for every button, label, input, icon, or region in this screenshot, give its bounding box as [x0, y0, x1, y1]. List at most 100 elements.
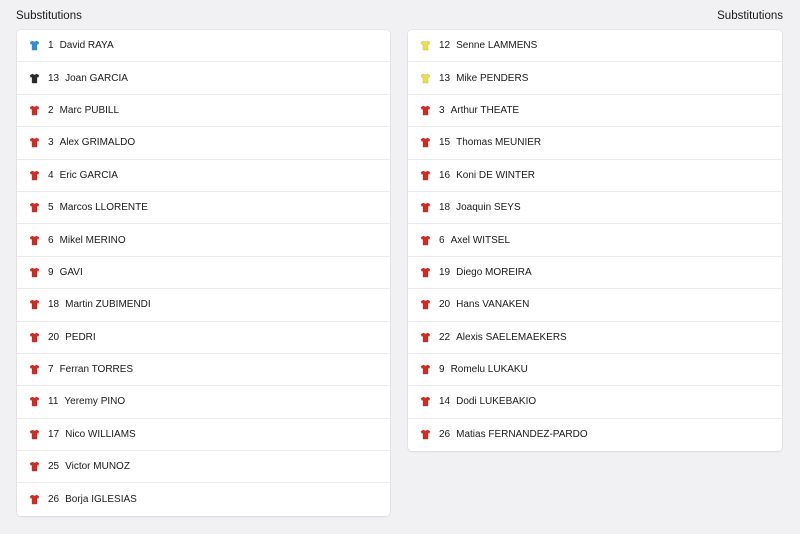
player-name: Mike PENDERS	[456, 72, 529, 84]
player-row[interactable]: 12 Senne LAMMENS	[408, 30, 782, 63]
player-name: Nico WILLIAMS	[65, 428, 136, 440]
shirt-icon	[420, 235, 431, 246]
player-row[interactable]: 3 Arthur THEATE	[408, 95, 782, 128]
shirt-icon	[29, 40, 40, 51]
player-name: Marcos LLORENTE	[59, 202, 148, 214]
shirt-icon	[29, 105, 40, 116]
shirt-icon	[29, 137, 40, 148]
player-number: 9	[48, 266, 54, 278]
player-number: 12	[439, 40, 451, 52]
player-number: 3	[48, 137, 54, 149]
player-name: Axel WITSEL	[450, 234, 511, 246]
player-name: Matias FERNANDEZ-PARDO	[456, 429, 588, 441]
player-row[interactable]: 26 Matias FERNANDEZ-PARDO	[408, 419, 782, 451]
player-row[interactable]: 14 Dodi LUKEBAKIO	[408, 386, 782, 419]
player-name: Alex GRIMALDO	[59, 137, 136, 149]
player-number: 22	[439, 331, 451, 343]
player-name: Senne LAMMENS	[456, 40, 538, 52]
shirt-icon	[29, 429, 40, 440]
shirt-icon	[29, 170, 40, 181]
player-number: 25	[48, 461, 60, 473]
shirt-icon	[420, 299, 431, 310]
player-name: David RAYA	[59, 40, 114, 52]
shirt-icon	[29, 494, 40, 505]
player-name: Martin ZUBIMENDI	[65, 299, 151, 311]
player-name: Joan GARCIA	[65, 72, 128, 84]
player-name: Arthur THEATE	[450, 104, 520, 116]
player-name: PEDRI	[65, 331, 96, 343]
player-number: 17	[48, 428, 60, 440]
shirt-icon	[420, 202, 431, 213]
player-row[interactable]: 18 Joaquin SEYS	[408, 192, 782, 225]
player-name: Thomas MEUNIER	[456, 137, 542, 149]
player-number: 15	[439, 137, 451, 149]
player-row[interactable]: 26 Borja IGLESIAS	[17, 483, 390, 515]
shirt-icon	[29, 235, 40, 246]
shirt-icon	[29, 364, 40, 375]
player-row[interactable]: 15 Thomas MEUNIER	[408, 127, 782, 160]
player-number: 26	[439, 429, 451, 441]
shirt-icon	[29, 267, 40, 278]
player-number: 6	[48, 234, 54, 246]
player-number: 6	[439, 234, 445, 246]
substitutions-list-right: 12 Senne LAMMENS 13 Mike PENDERS 3 Arthur THE…	[408, 30, 782, 452]
player-row[interactable]: 22 Alexis SAELEMAEKERS	[408, 322, 782, 354]
player-row[interactable]: 20 Hans VANAKEN	[408, 289, 782, 322]
player-row[interactable]: 11 Yeremy PINO	[17, 386, 390, 419]
player-number: 13	[48, 72, 60, 84]
shirt-icon	[29, 461, 40, 472]
player-row[interactable]: 6 Mikel MERINO	[17, 224, 390, 257]
shirt-icon	[420, 332, 431, 343]
player-row[interactable]: 16 Koni DE WINTER	[408, 160, 782, 192]
player-number: 3	[439, 104, 445, 116]
player-name: Romelu LUKAKU	[450, 364, 528, 376]
player-name: Borja IGLESIAS	[65, 494, 137, 506]
shirt-icon	[420, 396, 431, 407]
player-number: 13	[439, 72, 451, 84]
player-row[interactable]: 19 Diego MOREIRA	[408, 257, 782, 290]
player-name: Joaquin SEYS	[456, 202, 521, 214]
shirt-icon	[29, 73, 40, 84]
player-row[interactable]: 13 Mike PENDERS	[408, 62, 782, 95]
shirt-icon	[29, 332, 40, 343]
player-number: 1	[48, 40, 54, 52]
player-row[interactable]: 20 PEDRI	[17, 322, 390, 354]
player-number: 11	[48, 396, 59, 408]
player-number: 26	[48, 494, 60, 506]
player-name: Hans VANAKEN	[456, 299, 530, 311]
player-row[interactable]: 18 Martin ZUBIMENDI	[17, 289, 390, 322]
player-name: Diego MOREIRA	[456, 266, 532, 278]
player-row[interactable]: 4 Eric GARCIA	[17, 160, 390, 192]
shirt-icon	[420, 105, 431, 116]
player-number: 2	[48, 104, 54, 116]
player-number: 19	[439, 266, 451, 278]
player-row[interactable]: 3 Alex GRIMALDO	[17, 127, 390, 160]
substitutions-title-left: Substitutions	[16, 10, 82, 22]
shirt-icon	[420, 364, 431, 375]
player-row[interactable]: 13 Joan GARCIA	[17, 62, 390, 95]
shirt-icon	[420, 40, 431, 51]
player-name: Eric GARCIA	[59, 169, 118, 181]
player-row[interactable]: 1 David RAYA	[17, 30, 390, 63]
shirt-icon	[420, 170, 431, 181]
shirt-icon	[420, 267, 431, 278]
player-number: 18	[48, 299, 60, 311]
shirt-icon	[29, 396, 40, 407]
player-number: 14	[439, 396, 451, 408]
player-name: GAVI	[59, 266, 83, 278]
player-row[interactable]: 25 Victor MUNOZ	[17, 451, 390, 484]
player-row[interactable]: 5 Marcos LLORENTE	[17, 192, 390, 225]
player-row[interactable]: 17 Nico WILLIAMS	[17, 419, 390, 452]
player-row[interactable]: 2 Marc PUBILL	[17, 95, 390, 128]
player-number: 7	[48, 364, 54, 376]
player-row[interactable]: 7 Ferran TORRES	[17, 354, 390, 387]
player-name: Mikel MERINO	[59, 234, 126, 246]
shirt-icon	[29, 202, 40, 213]
player-number: 16	[439, 169, 451, 181]
player-number: 4	[48, 169, 54, 181]
player-row[interactable]: 9 GAVI	[17, 257, 390, 290]
player-number: 9	[439, 364, 445, 376]
player-name: Ferran TORRES	[59, 364, 134, 376]
player-row[interactable]: 6 Axel WITSEL	[408, 224, 782, 257]
player-row[interactable]: 9 Romelu LUKAKU	[408, 354, 782, 387]
